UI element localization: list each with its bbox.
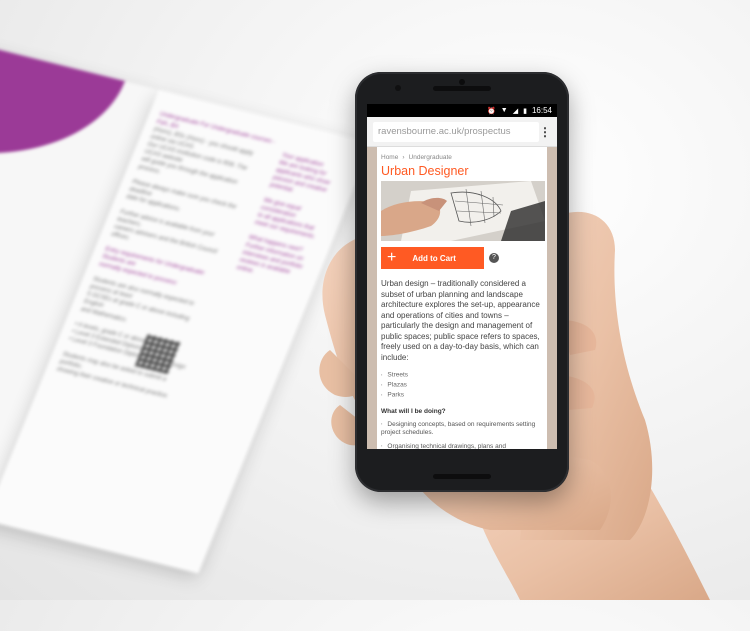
list-item: Parks	[381, 390, 545, 400]
section-heading: What will I be doing?	[381, 407, 446, 415]
breadcrumb: Home › Undergraduate	[381, 154, 545, 161]
cart-row: + Add to Cart ?	[381, 247, 545, 269]
course-description: Urban design – traditionally considered …	[381, 279, 540, 362]
signal-icon: ◢	[512, 107, 519, 115]
list-item: Plazas	[381, 380, 545, 390]
phone-screen: ⏰ ▼ ◢ ▮ 16:54 ravensbourne.ac.uk/prospec…	[367, 104, 557, 449]
breadcrumb-current[interactable]: Undergraduate	[409, 154, 452, 161]
plus-icon: +	[387, 249, 397, 266]
proximity-sensor	[395, 85, 401, 91]
phone: ⏰ ▼ ◢ ▮ 16:54 ravensbourne.ac.uk/prospec…	[355, 72, 569, 492]
status-bar: ⏰ ▼ ◢ ▮ 16:54	[367, 104, 557, 117]
add-to-cart-button[interactable]: + Add to Cart	[381, 247, 484, 269]
wifi-icon: ▼	[500, 107, 508, 114]
bottom-speaker	[433, 474, 491, 479]
browser-toolbar: ravensbourne.ac.uk/prospectus ⋮	[367, 117, 557, 147]
hero-image	[381, 181, 545, 241]
address-bar[interactable]: ravensbourne.ac.uk/prospectus	[373, 121, 539, 142]
front-camera	[459, 79, 465, 85]
list-item: Streets	[381, 370, 545, 380]
web-page: Home › Undergraduate Urban Designer + Ad…	[367, 147, 557, 449]
earpiece-speaker	[433, 86, 491, 91]
help-icon[interactable]: ?	[489, 253, 499, 263]
overflow-menu-icon[interactable]: ⋮	[539, 126, 551, 138]
page-content: Home › Undergraduate Urban Designer + Ad…	[381, 147, 545, 449]
activities-list: Designing concepts, based on requirement…	[381, 420, 545, 449]
hero-image-graphic	[381, 181, 545, 241]
list-item: Designing concepts, based on requirement…	[381, 420, 545, 438]
battery-icon: ▮	[523, 107, 527, 115]
page-title: Urban Designer	[381, 164, 469, 178]
alarm-icon: ⏰	[487, 107, 496, 115]
breadcrumb-home[interactable]: Home	[381, 154, 398, 161]
public-spaces-list: StreetsPlazasParks	[381, 370, 545, 400]
status-time: 16:54	[531, 106, 552, 115]
chevron-right-icon: ›	[402, 154, 405, 161]
list-item: Organising technical drawings, plans and	[381, 442, 545, 449]
add-to-cart-label: Add to Cart	[412, 253, 456, 263]
